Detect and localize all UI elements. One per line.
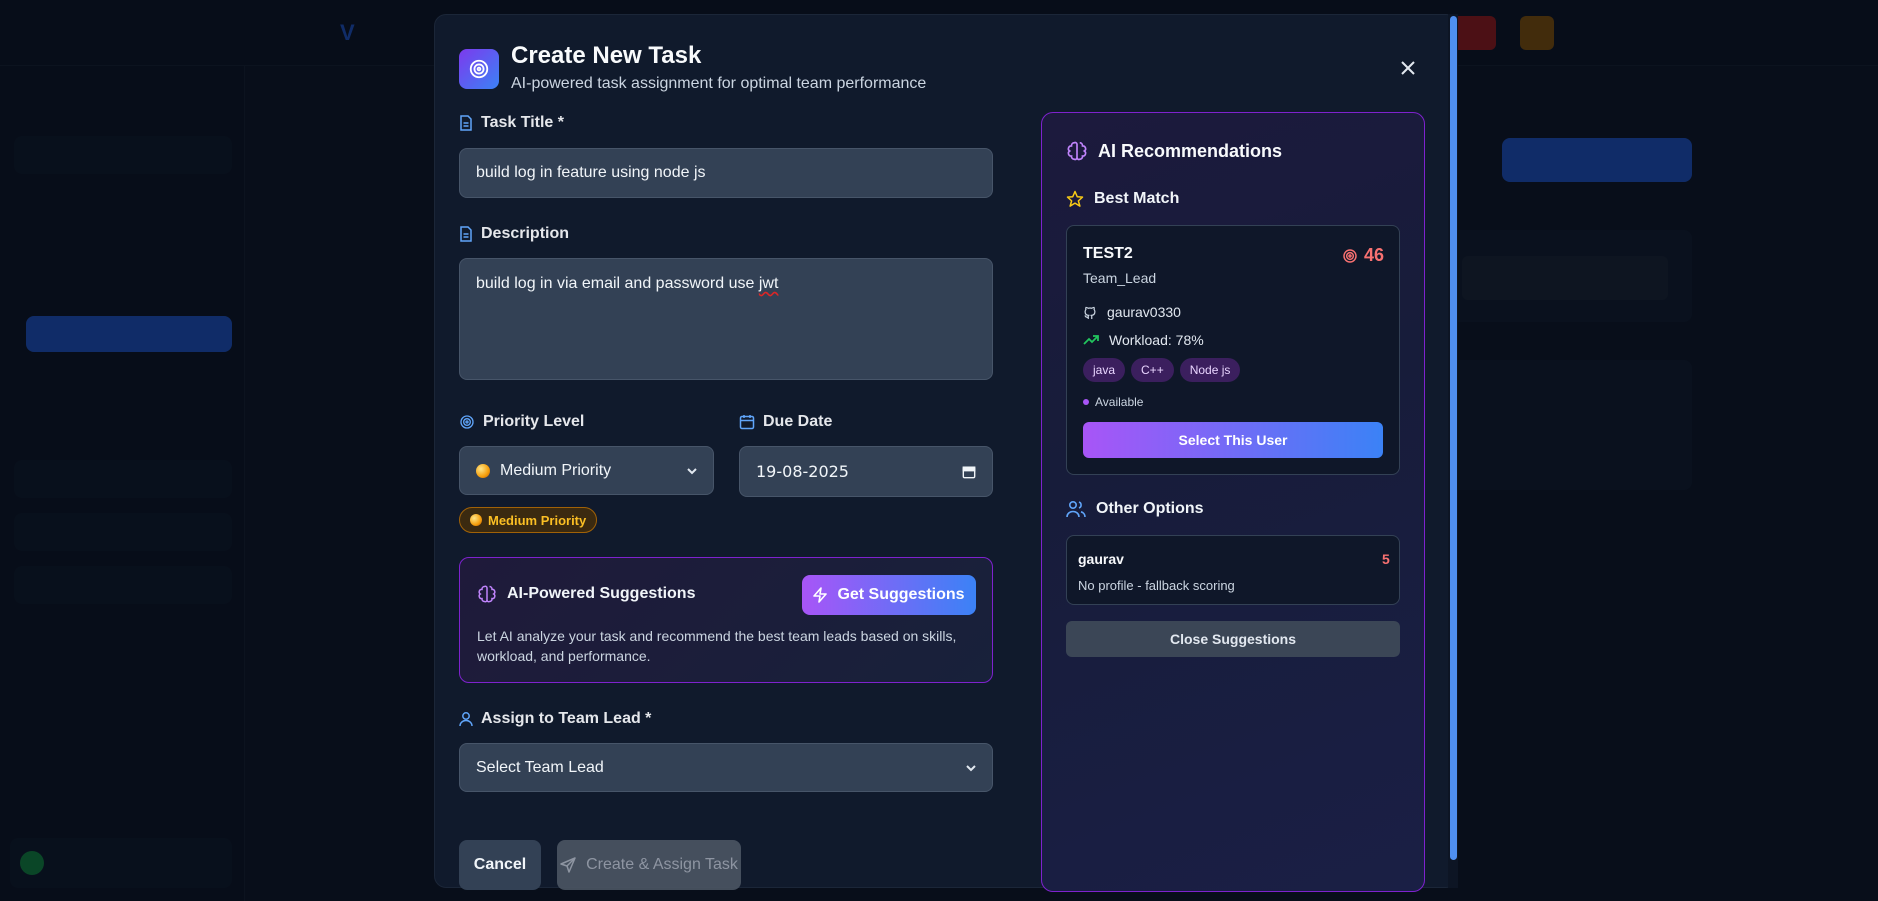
ai-recommendations-title: AI Recommendations: [1066, 140, 1282, 162]
users-icon: [1066, 500, 1086, 518]
task-title-label: Task Title *: [459, 114, 564, 132]
best-match-score: 46: [1342, 245, 1384, 266]
other-option-description: No profile - fallback scoring: [1078, 578, 1235, 593]
priority-level-label-text: Priority Level: [483, 413, 585, 430]
select-this-user-label: Select This User: [1178, 432, 1288, 448]
description-textarea[interactable]: build log in via email and password use …: [459, 258, 993, 380]
priority-level-label: Priority Level: [459, 413, 584, 431]
close-suggestions-label: Close Suggestions: [1169, 631, 1297, 647]
task-title-label-text: Task Title *: [481, 114, 564, 131]
cancel-button[interactable]: Cancel: [459, 840, 541, 890]
best-match-workload: Workload: 78%: [1083, 332, 1204, 348]
trending-up-icon: [1083, 335, 1099, 345]
best-match-role: Team_Lead: [1083, 270, 1157, 286]
other-option-card[interactable]: [1066, 535, 1400, 605]
get-suggestions-button[interactable]: Get Suggestions: [802, 575, 976, 615]
best-match-workload-text: Workload: 78%: [1109, 332, 1204, 348]
calendar-icon: [739, 415, 755, 430]
skill-tag: java: [1083, 358, 1126, 382]
target-icon: [459, 49, 499, 89]
user-icon: [459, 712, 473, 727]
spellcheck-word: jwt: [758, 275, 779, 292]
create-assign-task-button[interactable]: Create & Assign Task: [557, 840, 741, 890]
other-option-score: 5: [1382, 551, 1390, 567]
modal-scrollbar-thumb[interactable]: [1450, 16, 1457, 860]
ai-suggestions-title-text: AI-Powered Suggestions: [507, 585, 696, 602]
other-options-heading-text: Other Options: [1096, 500, 1204, 517]
skill-tag: C++: [1131, 358, 1174, 382]
priority-select-text: Medium Priority: [500, 461, 612, 479]
calendar-icon[interactable]: [962, 465, 976, 479]
priority-badge-text: Medium Priority: [488, 512, 587, 528]
best-match-github: gaurav0330: [1083, 304, 1181, 320]
brain-icon: [1067, 141, 1087, 161]
document-icon: [460, 115, 472, 131]
best-match-heading: Best Match: [1066, 190, 1179, 208]
priority-badge: Medium Priority: [459, 507, 598, 533]
availability-status: Available: [1083, 395, 1143, 409]
description-value: build log in via email and password use …: [476, 275, 778, 293]
target-icon: [1343, 248, 1357, 263]
description-label: Description: [459, 225, 569, 243]
close-suggestions-button[interactable]: Close Suggestions: [1066, 621, 1400, 657]
description-value-text: build log in via email and password use: [476, 275, 759, 292]
select-this-user-button[interactable]: Select This User: [1083, 422, 1383, 458]
ai-suggestions-description: Let AI analyze your task and recommend t…: [477, 628, 957, 664]
other-options-heading: Other Options: [1066, 500, 1204, 518]
get-suggestions-label: Get Suggestions: [837, 586, 965, 603]
ai-recommendations-title-text: AI Recommendations: [1098, 140, 1283, 161]
chevron-down-icon: [687, 467, 697, 474]
assign-team-lead-label: Assign to Team Lead *: [459, 710, 651, 728]
github-icon: [1084, 306, 1096, 319]
skills-list: java C++ Node js: [1083, 358, 1241, 382]
task-title-input[interactable]: build log in feature using node js: [459, 148, 993, 198]
yellow-circle-icon: [470, 514, 482, 526]
task-title-value: build log in feature using node js: [476, 164, 706, 181]
team-lead-select-text: Select Team Lead: [476, 758, 604, 776]
due-date-label-text: Due Date: [763, 413, 833, 430]
close-icon[interactable]: [1396, 56, 1420, 80]
other-option-name: gaurav: [1078, 551, 1124, 567]
target-icon: [460, 415, 474, 429]
lightning-icon: [813, 587, 828, 603]
due-date-value: 19-08-2025: [756, 462, 849, 481]
cancel-button-label: Cancel: [473, 856, 527, 873]
brain-icon: [478, 585, 496, 603]
skill-tag: Node js: [1179, 358, 1241, 382]
priority-select[interactable]: Medium Priority: [459, 446, 714, 495]
team-lead-select[interactable]: Select Team Lead: [459, 743, 993, 792]
availability-status-text: Available: [1095, 395, 1144, 409]
priority-select-value: Medium Priority: [476, 462, 611, 480]
assign-team-lead-label-text: Assign to Team Lead *: [481, 710, 652, 727]
chevron-down-icon: [966, 764, 976, 771]
document-icon: [460, 226, 472, 242]
description-label-text: Description: [481, 225, 570, 242]
send-icon: [560, 857, 576, 873]
due-date-label: Due Date: [739, 413, 832, 431]
best-match-heading-text: Best Match: [1094, 190, 1180, 207]
star-icon: [1066, 190, 1084, 207]
status-dot-icon: [1083, 399, 1089, 405]
best-match-score-value: 46: [1364, 245, 1385, 265]
best-match-github-text: gaurav0330: [1107, 304, 1181, 320]
yellow-circle-icon: [476, 463, 490, 478]
modal-title: Create New Task: [511, 42, 702, 69]
best-match-name: TEST2: [1083, 245, 1133, 262]
modal-subtitle: AI-powered task assignment for optimal t…: [511, 75, 927, 92]
ai-suggestions-title: AI-Powered Suggestions: [477, 584, 695, 604]
due-date-input[interactable]: 19-08-2025: [739, 446, 993, 497]
create-assign-task-label: Create & Assign Task: [586, 856, 738, 873]
